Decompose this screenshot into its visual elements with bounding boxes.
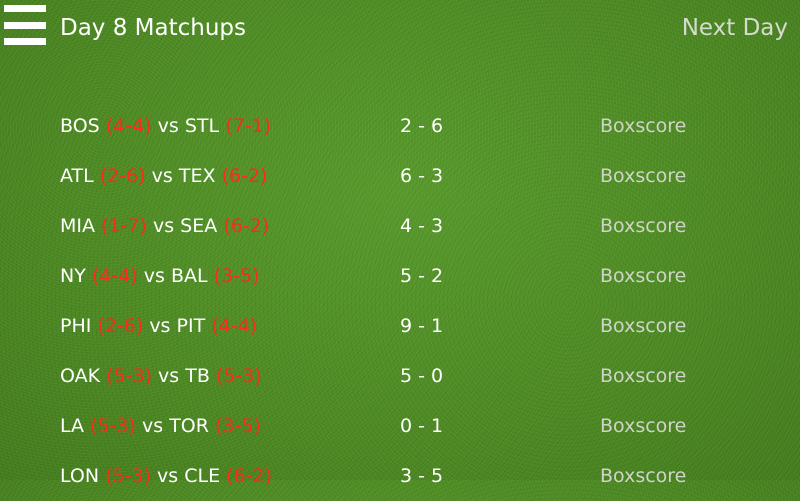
matchup-row: NY (4-4) vs BAL (3-5) 5 - 2 Boxscore bbox=[0, 251, 800, 301]
team-away-record: (1-7) bbox=[101, 215, 147, 237]
team-away-record: (4-4) bbox=[91, 265, 138, 287]
team-home-record: (6-2) bbox=[221, 165, 268, 187]
game-score: 2 - 6 bbox=[400, 115, 444, 137]
matchup-teams: LA (5-3) vs TOR (3-5) bbox=[60, 401, 261, 451]
matchup-teams: LON (5-3) vs CLE (6-2) bbox=[60, 451, 272, 501]
team-home-record: (3-5) bbox=[213, 265, 260, 287]
team-home-record: (4-4) bbox=[211, 315, 258, 337]
versus-label: vs bbox=[141, 415, 164, 437]
versus-label: vs bbox=[157, 115, 179, 137]
team-away: LON bbox=[60, 465, 100, 487]
matchup-row: PHI (2-6) vs PIT (4-4) 9 - 1 Boxscore bbox=[0, 301, 800, 351]
versus-label: vs bbox=[158, 365, 180, 387]
versus-label: vs bbox=[143, 265, 165, 287]
matchup-row: ATL (2-6) vs TEX (6-2) 6 - 3 Boxscore bbox=[0, 151, 800, 201]
team-home: CLE bbox=[184, 465, 221, 487]
boxscore-link[interactable]: Boxscore bbox=[600, 351, 686, 401]
team-home: SEA bbox=[180, 215, 218, 237]
versus-label: vs bbox=[152, 215, 175, 237]
matchup-teams: OAK (5-3) vs TB (5-3) bbox=[60, 351, 262, 401]
versus-label: vs bbox=[157, 465, 179, 487]
game-score: 9 - 1 bbox=[400, 315, 444, 337]
team-home: STL bbox=[184, 115, 220, 137]
team-home: PIT bbox=[176, 315, 206, 337]
boxscore-link[interactable]: Boxscore bbox=[600, 401, 686, 451]
matchup-teams: BOS (4-4) vs STL (7-1) bbox=[60, 101, 271, 151]
boxscore-link[interactable]: Boxscore bbox=[600, 151, 686, 201]
game-score: 5 - 2 bbox=[400, 265, 444, 287]
next-day-button[interactable]: Next Day bbox=[682, 12, 788, 44]
game-score: 3 - 5 bbox=[400, 465, 444, 487]
game-score: 6 - 3 bbox=[400, 165, 444, 187]
app-header: Day 8 Matchups Next Day bbox=[0, 0, 800, 58]
versus-label: vs bbox=[149, 315, 171, 337]
hamburger-menu-icon[interactable] bbox=[4, 4, 46, 46]
team-away: NY bbox=[60, 265, 86, 287]
team-home: TEX bbox=[178, 165, 216, 187]
team-away: MIA bbox=[60, 215, 95, 237]
team-away-record: (5-3) bbox=[90, 415, 136, 437]
team-away-record: (5-3) bbox=[105, 465, 151, 487]
team-home-record: (5-3) bbox=[215, 365, 262, 387]
boxscore-link[interactable]: Boxscore bbox=[600, 101, 686, 151]
team-home-record: (7-1) bbox=[225, 115, 272, 137]
boxscore-link[interactable]: Boxscore bbox=[600, 451, 686, 501]
menu-bar-bottom bbox=[4, 38, 46, 45]
team-home: BAL bbox=[170, 265, 208, 287]
team-away-record: (4-4) bbox=[105, 115, 152, 137]
team-away: LA bbox=[60, 415, 85, 437]
matchup-list: BOS (4-4) vs STL (7-1) 2 - 6 Boxscore AT… bbox=[0, 101, 800, 501]
boxscore-link[interactable]: Boxscore bbox=[600, 301, 686, 351]
matchup-teams: PHI (2-6) vs PIT (4-4) bbox=[60, 301, 257, 351]
team-home: TOR bbox=[169, 415, 209, 437]
matchup-row: MIA (1-7) vs SEA (6-2) 4 - 3 Boxscore bbox=[0, 201, 800, 251]
menu-bar-middle bbox=[4, 22, 46, 29]
matchup-row: OAK (5-3) vs TB (5-3) 5 - 0 Boxscore bbox=[0, 351, 800, 401]
team-home: TB bbox=[185, 365, 210, 387]
versus-label: vs bbox=[151, 165, 173, 187]
menu-bar-top bbox=[4, 5, 46, 12]
team-away-record: (5-3) bbox=[106, 365, 152, 387]
matchup-row: BOS (4-4) vs STL (7-1) 2 - 6 Boxscore bbox=[0, 101, 800, 151]
matchup-teams: ATL (2-6) vs TEX (6-2) bbox=[60, 151, 267, 201]
team-away: OAK bbox=[60, 365, 101, 387]
team-home-record: (6-2) bbox=[223, 215, 270, 237]
page-title: Day 8 Matchups bbox=[60, 15, 247, 41]
game-score: 4 - 3 bbox=[400, 215, 444, 237]
team-away: BOS bbox=[60, 115, 100, 137]
boxscore-link[interactable]: Boxscore bbox=[600, 201, 686, 251]
matchup-row: LA (5-3) vs TOR (3-5) 0 - 1 Boxscore bbox=[0, 401, 800, 451]
matchup-row: LON (5-3) vs CLE (6-2) 3 - 5 Boxscore bbox=[0, 451, 800, 501]
game-score: 0 - 1 bbox=[400, 415, 444, 437]
team-away-record: (2-6) bbox=[97, 315, 144, 337]
team-home-record: (3-5) bbox=[215, 415, 261, 437]
matchup-teams: NY (4-4) vs BAL (3-5) bbox=[60, 251, 260, 301]
team-away-record: (2-6) bbox=[99, 165, 146, 187]
team-away: PHI bbox=[60, 315, 92, 337]
team-home-record: (6-2) bbox=[226, 465, 272, 487]
game-score: 5 - 0 bbox=[400, 365, 444, 387]
team-away: ATL bbox=[60, 165, 94, 187]
boxscore-link[interactable]: Boxscore bbox=[600, 251, 686, 301]
matchup-teams: MIA (1-7) vs SEA (6-2) bbox=[60, 201, 269, 251]
